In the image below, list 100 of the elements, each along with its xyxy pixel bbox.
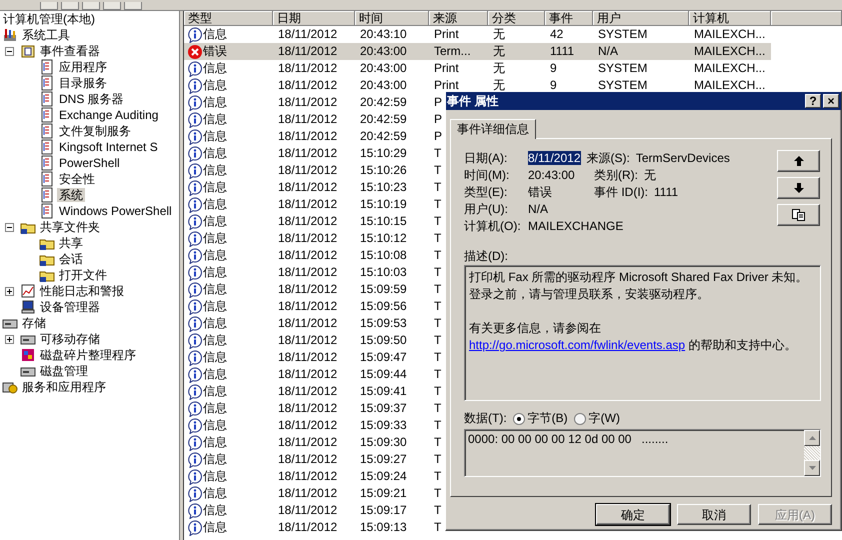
list-row[interactable]: 信息 18/11/2012 15:09:56 T xyxy=(184,298,446,315)
list-row[interactable]: 信息 18/11/2012 15:09:33 T xyxy=(184,417,446,434)
list-row[interactable]: 信息 18/11/2012 15:09:44 T xyxy=(184,366,446,383)
table-cell-text: 18/11/2012 xyxy=(277,146,338,161)
tree-item[interactable]: 安全性 xyxy=(57,172,97,186)
list-row[interactable]: 信息 18/11/2012 15:09:47 T xyxy=(184,349,446,366)
tree-item[interactable]: Exchange Auditing xyxy=(57,108,160,122)
tree-item[interactable]: PowerShell xyxy=(57,156,122,170)
collapse-icon[interactable] xyxy=(5,222,14,232)
scroll-down-icon[interactable] xyxy=(808,466,816,470)
tree-item[interactable]: 会话 xyxy=(57,252,85,266)
table-cell-text: MAILEXCH... xyxy=(693,61,766,76)
table-cell-text: T xyxy=(433,248,442,263)
table-cell-text: 18/11/2012 xyxy=(277,129,338,144)
tree-item[interactable]: 系统工具 xyxy=(20,28,72,42)
scrollbar[interactable] xyxy=(804,430,820,476)
column-header xyxy=(771,11,842,26)
collapse-icon[interactable] xyxy=(5,46,14,56)
tree-item[interactable]: 可移动存储 xyxy=(38,332,102,346)
list-row[interactable]: 信息 18/11/2012 20:43:00 Print 无 9 SYSTEM MAILEXCH... xyxy=(184,77,771,94)
document-icon xyxy=(39,203,55,219)
list-row[interactable]: 信息 18/11/2012 20:43:10 Print 无 42 SYSTEM MAILEXCH... xyxy=(184,26,771,43)
table-cell-text: MAILEXCH... xyxy=(693,44,766,59)
list-row[interactable]: 信息 18/11/2012 15:10:26 T xyxy=(184,162,446,179)
radio-icon[interactable] xyxy=(512,412,525,425)
tree-item[interactable]: 共享 xyxy=(57,236,85,250)
list-row[interactable]: 信息 18/11/2012 15:10:15 T xyxy=(184,213,446,230)
column-header[interactable]: 事件 xyxy=(545,11,593,26)
list-row[interactable]: 错误 18/11/2012 20:43:00 Term... 无 1111 N/A MAILEXCH... xyxy=(184,43,771,60)
table-cell-text: T xyxy=(433,163,442,178)
table-cell-text: 9 xyxy=(549,61,558,76)
radio-icon[interactable] xyxy=(574,412,586,425)
tree-item[interactable]: 性能日志和警报 xyxy=(38,284,126,298)
tree-item[interactable]: Windows PowerShell xyxy=(57,204,174,218)
tree-item[interactable]: 打开文件 xyxy=(57,268,109,282)
up-arrow-button[interactable] xyxy=(777,150,820,172)
list-row[interactable]: 信息 18/11/2012 15:10:03 T xyxy=(184,264,446,281)
tree-item[interactable]: 系统 xyxy=(57,188,85,202)
list-row[interactable]: 信息 18/11/2012 15:09:21 T xyxy=(184,485,446,502)
tree-item[interactable]: 磁盘管理 xyxy=(38,364,90,378)
tree-item[interactable]: Kingsoft Internet S xyxy=(57,140,160,154)
down-arrow-button[interactable] xyxy=(777,177,820,200)
description-text: 有关更多信息，请参阅在 http://go.microsoft.com/fwlink/events.asp 的帮助和支持中心。 xyxy=(469,320,798,354)
field-value: 8/11/2012 xyxy=(528,150,580,166)
help-button[interactable]: ? xyxy=(805,94,821,108)
tree-item[interactable]: DNS 服务器 xyxy=(57,92,126,106)
list-row[interactable]: 信息 18/11/2012 20:42:59 P xyxy=(184,94,446,111)
field-value: 20:43:00 xyxy=(528,168,576,182)
expand-icon[interactable] xyxy=(5,334,14,344)
tree-item[interactable]: 应用程序 xyxy=(57,60,109,74)
tree-item[interactable]: 目录服务 xyxy=(57,76,109,90)
list-row[interactable]: 信息 18/11/2012 15:10:29 T xyxy=(184,145,446,162)
list-row[interactable]: 信息 18/11/2012 15:09:30 T xyxy=(184,434,446,451)
tab[interactable]: 事件详细信息 xyxy=(450,119,536,140)
list-row[interactable]: 信息 18/11/2012 15:10:19 T xyxy=(184,196,446,213)
tree-item[interactable]: 存储 xyxy=(20,316,48,330)
list-row[interactable]: 信息 18/11/2012 15:09:24 T xyxy=(184,468,446,485)
scroll-up-icon[interactable] xyxy=(808,436,816,440)
list-row[interactable]: 信息 18/11/2012 15:09:17 T xyxy=(184,502,446,519)
list-row[interactable]: 信息 18/11/2012 15:09:13 T xyxy=(184,519,446,536)
list-row[interactable]: 信息 18/11/2012 15:09:41 T xyxy=(184,383,446,400)
radio-button[interactable]: 字(W) xyxy=(574,411,620,426)
list-row[interactable]: 信息 18/11/2012 15:09:59 T xyxy=(184,281,446,298)
radio-button[interactable]: 字节(B) xyxy=(512,411,568,426)
tree-item[interactable]: 共享文件夹 xyxy=(38,220,102,234)
list-row[interactable]: 信息 18/11/2012 15:10:23 T xyxy=(184,179,446,196)
tree-item[interactable]: 磁盘碎片整理程序 xyxy=(38,348,138,362)
help-link[interactable]: http://go.microsoft.com/fwlink/events.asp xyxy=(469,338,686,352)
list-row[interactable]: 信息 18/11/2012 15:10:12 T xyxy=(184,230,446,247)
tree-item[interactable]: 设备管理器 xyxy=(38,300,102,314)
document-icon xyxy=(39,107,55,123)
list-row[interactable]: 信息 18/11/2012 15:09:53 T xyxy=(184,315,446,332)
tree-item[interactable]: 服务和应用程序 xyxy=(20,380,108,394)
list-row[interactable]: 信息 18/11/2012 15:09:37 T xyxy=(184,400,446,417)
list-row[interactable]: 信息 18/11/2012 15:10:08 T xyxy=(184,247,446,264)
list-row[interactable]: 信息 18/11/2012 15:09:50 T xyxy=(184,332,446,349)
table-cell: 信息 xyxy=(203,299,227,314)
column-header[interactable]: 计算机 xyxy=(689,11,771,26)
dialog-button[interactable]: 确定 xyxy=(596,504,670,526)
tree-item[interactable]: 事件查看器 xyxy=(38,44,102,58)
column-header[interactable]: 分类 xyxy=(488,11,545,26)
column-header[interactable]: 类型 xyxy=(184,11,273,26)
table-cell: 信息 xyxy=(203,435,227,450)
table-cell: 信息 xyxy=(203,265,227,280)
expand-icon[interactable] xyxy=(5,286,14,296)
list-row[interactable]: 信息 18/11/2012 20:42:59 P xyxy=(184,111,446,128)
column-header[interactable]: 时间 xyxy=(355,11,429,26)
table-cell: 信息 xyxy=(203,163,227,178)
list-row[interactable]: 信息 18/11/2012 20:42:59 P xyxy=(184,128,446,145)
tree-title[interactable]: 计算机管理(本地) xyxy=(1,12,97,26)
copy-button[interactable] xyxy=(777,204,820,226)
column-header[interactable]: 日期 xyxy=(273,11,355,26)
list-row[interactable]: 信息 18/11/2012 15:09:27 T xyxy=(184,451,446,468)
close-button[interactable]: × xyxy=(823,94,839,108)
tree-item[interactable]: 文件复制服务 xyxy=(57,124,133,138)
table-cell-text: 无 xyxy=(492,44,506,59)
column-header[interactable]: 来源 xyxy=(429,11,488,26)
list-row[interactable]: 信息 18/11/2012 20:43:00 Print 无 9 SYSTEM MAILEXCH... xyxy=(184,60,771,77)
column-header[interactable]: 用户 xyxy=(593,11,689,26)
dialog-button[interactable]: 取消 xyxy=(677,504,751,526)
